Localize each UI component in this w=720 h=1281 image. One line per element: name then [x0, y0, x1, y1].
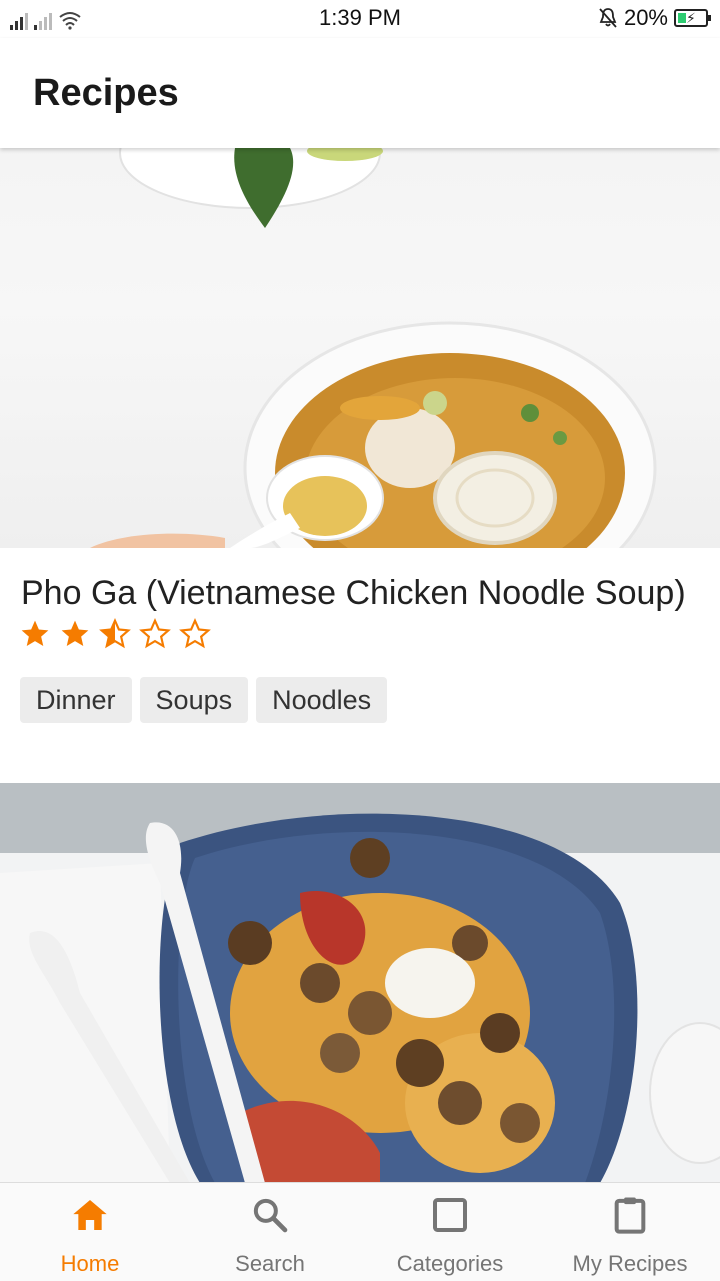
waffle-photo — [0, 783, 720, 1182]
nav-categories[interactable]: Categories — [360, 1183, 540, 1281]
battery-percent: 20% — [623, 5, 668, 30]
home-icon — [73, 1200, 107, 1230]
recipe-rating — [19, 618, 211, 650]
recipe-tags: Dinner Soups Noodles — [20, 677, 388, 723]
tag-chip[interactable]: Soups — [139, 677, 249, 723]
soup-photo — [90, 148, 657, 548]
status-bar: 1:39 PM 20% ⚡ — [0, 0, 720, 38]
recipe-image[interactable] — [0, 148, 720, 548]
square-icon — [433, 1198, 467, 1232]
battery-icon: ⚡ — [674, 9, 711, 27]
bottom-nav: Home Search Categories My Recipes — [0, 1182, 720, 1281]
page-title: Recipes — [33, 72, 179, 114]
app-bar: Recipes — [0, 38, 720, 148]
nav-my-recipes[interactable]: My Recipes — [540, 1183, 720, 1281]
nav-search[interactable]: Search — [180, 1183, 360, 1281]
bell-off-icon — [599, 8, 617, 28]
status-right: 20% ⚡ — [598, 5, 711, 31]
nav-label: My Recipes — [572, 1251, 688, 1276]
recipe-title[interactable]: Pho Ga (Vietnamese Chicken Noodle Soup) — [21, 574, 686, 613]
star-empty-icon — [139, 618, 171, 649]
tag-chip[interactable]: Noodles — [256, 677, 388, 723]
search-icon — [253, 1198, 288, 1233]
tag-chip[interactable]: Dinner — [20, 677, 132, 723]
nav-home[interactable]: Home — [0, 1183, 180, 1281]
star-filled-icon — [21, 620, 49, 646]
star-empty-icon — [179, 618, 211, 649]
nav-label: Search — [235, 1251, 305, 1276]
star-half-icon — [99, 618, 131, 649]
star-filled-icon — [61, 620, 89, 646]
nav-label: Categories — [396, 1251, 504, 1276]
nav-label: Home — [60, 1251, 120, 1276]
clipboard-icon — [614, 1197, 646, 1234]
recipe-list[interactable]: Pho Ga (Vietnamese Chicken Noodle Soup) … — [0, 148, 720, 1182]
recipe-image[interactable] — [0, 783, 720, 1182]
